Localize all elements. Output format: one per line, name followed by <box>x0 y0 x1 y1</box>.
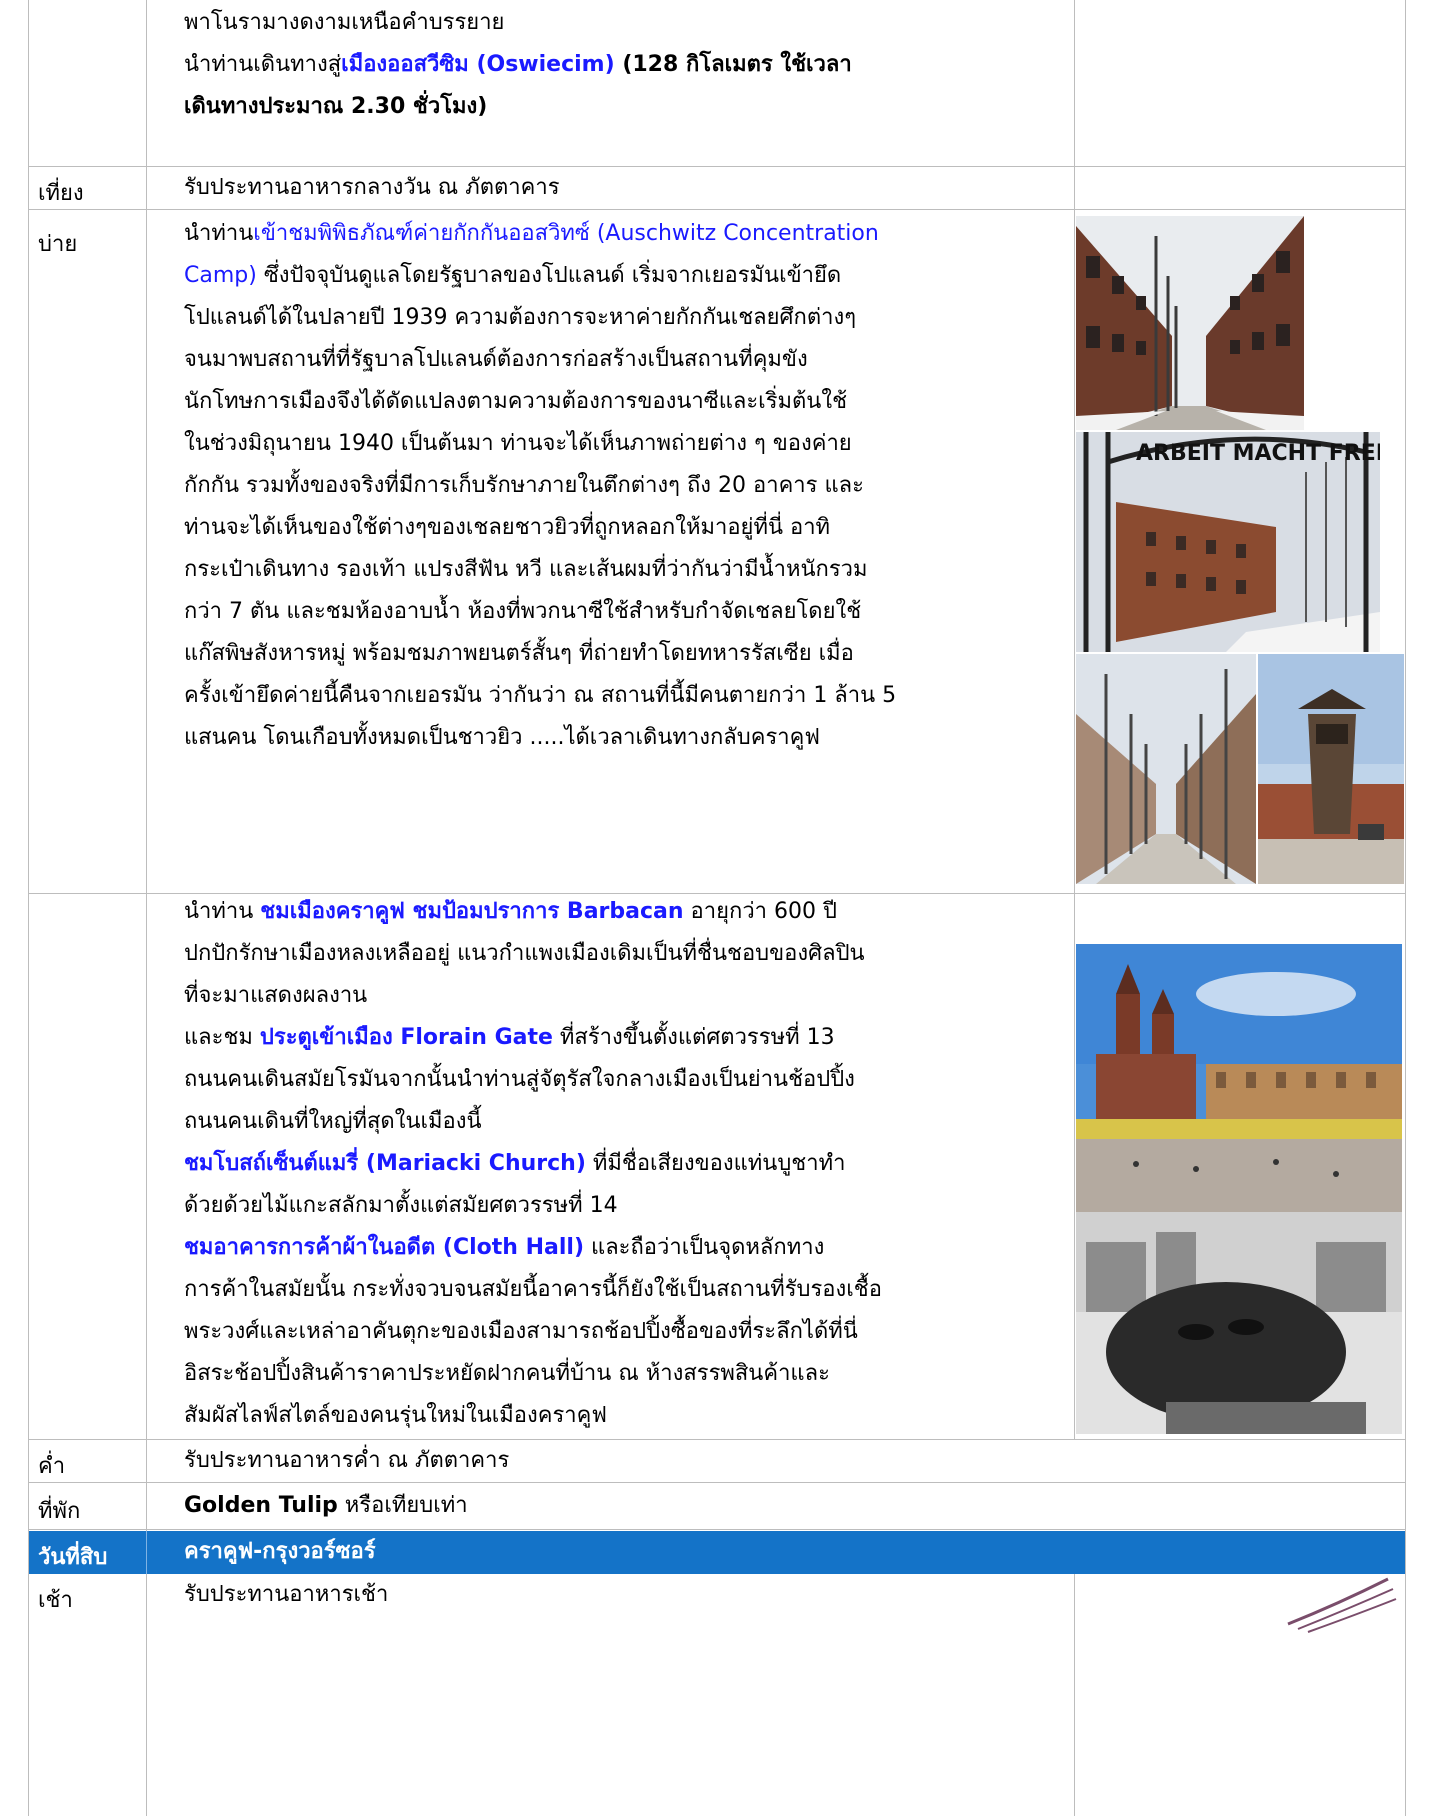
body-line: แก๊สพิษสังหารหมู่ พร้อมชมภาพยนตร์สั้นๆ ท… <box>184 641 854 666</box>
image-column-divider <box>1074 894 1075 1440</box>
krakow-square-photo <box>1076 944 1402 1214</box>
body-line: ถนนคนเดินที่ใหญ่ที่สุดในเมืองนี้ <box>184 1109 482 1134</box>
auschwitz-barracks-photo <box>1076 216 1304 430</box>
table-row: เช้า รับประทานอาหารเช้า <box>28 1574 1406 1816</box>
row-body: Golden Tulip หรือเทียบเท่า <box>184 1485 944 1527</box>
row-text: รับประทานอาหารค่ำ ณ ภัตตาคาร <box>184 1448 510 1473</box>
time-label: เที่ยง <box>38 181 84 206</box>
body-line: พาโนรามางดงามเหนือคำบรรยาย <box>184 10 505 35</box>
hotel-note: หรือเทียบเท่า <box>337 1493 468 1518</box>
gate-sign-text: ARBEIT MACHT FREI <box>1136 441 1380 466</box>
row-body: นำท่านเข้าชมพิพิธภัณฑ์ค่ายกักกันออสวิทซ์… <box>184 213 1064 759</box>
body-line: นำท่านเดินทางสู่เมืองออสวีซิม (Oswiecim)… <box>184 44 1084 86</box>
barracks-image <box>1076 216 1304 430</box>
auschwitz-link-cont[interactable]: Camp) <box>184 263 257 288</box>
body-line: ด้วยด้วยไม้แกะสลักมาตั้งแต่สมัยศตวรรษที่… <box>184 1193 618 1218</box>
body-line: แสนคน โดนเกือบทั้งหมดเป็นชาวยิว .....ได้… <box>184 725 820 750</box>
auschwitz-fence-photo <box>1076 654 1256 884</box>
watchtower-image <box>1258 654 1404 884</box>
text: อายุกว่า 600 ปี <box>683 899 837 924</box>
text: ที่มีชื่อเสียงของแท่นบูชาทำ <box>585 1151 846 1176</box>
sculpture-image <box>1076 1212 1402 1434</box>
body-line: นำท่านเข้าชมพิพิธภัณฑ์ค่ายกักกันออสวิทซ์… <box>184 213 1064 255</box>
time-label: ค่ำ <box>38 1454 66 1479</box>
florian-gate-link[interactable]: ประตูเข้าเมือง Florain Gate <box>260 1025 553 1050</box>
text: นำท่าน <box>184 221 254 246</box>
day-label: วันที่สิบ <box>38 1545 108 1570</box>
text: ที่สร้างขึ้นตั้งแต่ศตวรรษที่ 13 <box>552 1025 835 1050</box>
auschwitz-link[interactable]: เข้าชมพิพิธภัณฑ์ค่ายกักกันออสวิทซ์ (Ausc… <box>253 221 879 246</box>
place-link[interactable]: เมืองออสวีซิม (Oswiecim) <box>341 52 614 77</box>
body-line: ที่จะมาแสดงผลงาน <box>184 983 368 1008</box>
signature-mark-icon <box>1287 1577 1397 1633</box>
body-line: ปกปักรักษาเมืองหลงเหลืออยู่ แนวกำแพงเมือ… <box>184 941 865 966</box>
body-line: นำท่าน ชมเมืองคราคูฟ ชมป้อมปราการ Barbac… <box>184 891 1064 933</box>
row-text: รับประทานอาหารกลางวัน ณ ภัตตาคาร <box>184 175 560 200</box>
time-label: ที่พัก <box>38 1499 81 1524</box>
time-label: บ่าย <box>38 232 78 257</box>
table-row: นำท่าน ชมเมืองคราคูฟ ชมป้อมปราการ Barbac… <box>28 894 1406 1440</box>
body-line: การค้าในสมัยนั้น กระทั่งจวบจนสมัยนี้อาคา… <box>184 1277 882 1302</box>
krakow-square-image <box>1076 944 1402 1214</box>
image-column-divider <box>1074 1574 1075 1816</box>
table-row: ที่พัก Golden Tulip หรือเทียบเท่า <box>28 1483 1406 1530</box>
cloth-hall-link[interactable]: ชมอาคารการค้าผ้าในอดีต (Cloth Hall) <box>184 1235 584 1260</box>
auschwitz-watchtower-photo <box>1258 654 1404 884</box>
body-line: ถนนคนเดินสมัยโรมันจากนั้นนำท่านสู่จัตุรั… <box>184 1067 855 1092</box>
image-column-divider <box>1074 210 1075 894</box>
body-line: นักโทษการเมืองจึงได้ดัดแปลงตามความต้องกา… <box>184 389 848 414</box>
body-line: ครั้งเข้ายึดค่ายนี้คืนจากเยอรมัน ว่ากันว… <box>184 683 897 708</box>
row-body: พาโนรามางดงามเหนือคำบรรยาย นำท่านเดินทาง… <box>184 2 1084 128</box>
table-row: เที่ยง รับประทานอาหารกลางวัน ณ ภัตตาคาร <box>28 167 1406 210</box>
body-line: ชมอาคารการค้าผ้าในอดีต (Cloth Hall) และถ… <box>184 1227 1064 1269</box>
body-line: ชมโบสถ์เซ็นต์แมรี่ (Mariacki Church) ที่… <box>184 1143 1064 1185</box>
text: และชม <box>184 1025 260 1050</box>
time-label: เช้า <box>38 1588 73 1613</box>
eros-bendato-sculpture-photo <box>1076 1212 1402 1434</box>
body-line: กระเป๋าเดินทาง รองเท้า แปรงสีฟัน หวี และ… <box>184 557 868 582</box>
body-line: โปแลนด์ได้ในปลายปี 1939 ความต้องการจะหาค… <box>184 305 857 330</box>
body-line: พระวงศ์และเหล่าอาคันตุกะของเมืองสามารถช้… <box>184 1319 858 1344</box>
itinerary-page: พาโนรามางดงามเหนือคำบรรยาย นำท่านเดินทาง… <box>0 0 1437 1816</box>
body-line: จนมาพบสถานที่ที่รัฐบาลโปแลนด์ต้องการก่อส… <box>184 347 808 372</box>
header-divider <box>146 1531 147 1574</box>
table-row: ค่ำ รับประทานอาหารค่ำ ณ ภัตตาคาร <box>28 1440 1406 1483</box>
body-line: และชม ประตูเข้าเมือง Florain Gate ที่สร้… <box>184 1017 1064 1059</box>
gate-image: ARBEIT MACHT FREI <box>1076 432 1380 652</box>
text: นำท่านเดินทางสู่ <box>184 52 342 77</box>
day-route: คราคูฟ-กรุงวอร์ซอร์ <box>184 1539 376 1564</box>
row-text: รับประทานอาหารเช้า <box>184 1582 389 1607</box>
day-header-row: วันที่สิบ คราคูฟ-กรุงวอร์ซอร์ <box>29 1531 1405 1574</box>
auschwitz-gate-photo: ARBEIT MACHT FREI <box>1076 432 1380 652</box>
table-row: พาโนรามางดงามเหนือคำบรรยาย นำท่านเดินทาง… <box>28 0 1406 167</box>
krakow-barbacan-link[interactable]: ชมเมืองคราคูฟ ชมป้อมปราการ Barbacan <box>260 899 683 924</box>
text: และถือว่าเป็นจุดหลักทาง <box>584 1235 825 1260</box>
mariacki-church-link[interactable]: ชมโบสถ์เซ็นต์แมรี่ (Mariacki Church) <box>184 1151 586 1176</box>
body-line: สัมผัสไลฟ์สไตล์ของคนรุ่นใหม่ในเมืองคราคู… <box>184 1403 607 1428</box>
hotel-name: Golden Tulip <box>184 1493 338 1518</box>
text: นำท่าน <box>184 899 261 924</box>
body-line: กว่า 7 ตัน และชมห้องอาบน้ำ ห้องที่พวกนาซ… <box>184 599 862 624</box>
body-line: กักกัน รวมทั้งของจริงที่มีการเก็บรักษาภา… <box>184 473 864 498</box>
fence-image <box>1076 654 1256 884</box>
body-line: เดินทางประมาณ 2.30 ชั่วโมง) <box>184 94 488 119</box>
text: ซึ่งปัจจุบันดูแลโดยรัฐบาลของโปแลนด์ เริ่… <box>256 263 842 288</box>
body-line: ท่านจะได้เห็นของใช้ต่างๆของเชลยชาวยิวที่… <box>184 515 831 540</box>
table-row: บ่าย นำท่านเข้าชมพิพิธภัณฑ์ค่ายกักกันออส… <box>28 210 1406 894</box>
text: (128 กิโลเมตร ใช้เวลา <box>614 52 852 77</box>
image-column-divider <box>1074 167 1075 210</box>
body-line: ในช่วงมิถุนายน 1940 เป็นต้นมา ท่านจะได้เ… <box>184 431 852 456</box>
body-line: Camp) ซึ่งปัจจุบันดูแลโดยรัฐบาลของโปแลนด… <box>184 255 1064 297</box>
body-line: อิสระช้อปปิ้งสินค้าราคาประหยัดฝากคนที่บ้… <box>184 1361 830 1386</box>
row-body: นำท่าน ชมเมืองคราคูฟ ชมป้อมปราการ Barbac… <box>184 891 1064 1437</box>
